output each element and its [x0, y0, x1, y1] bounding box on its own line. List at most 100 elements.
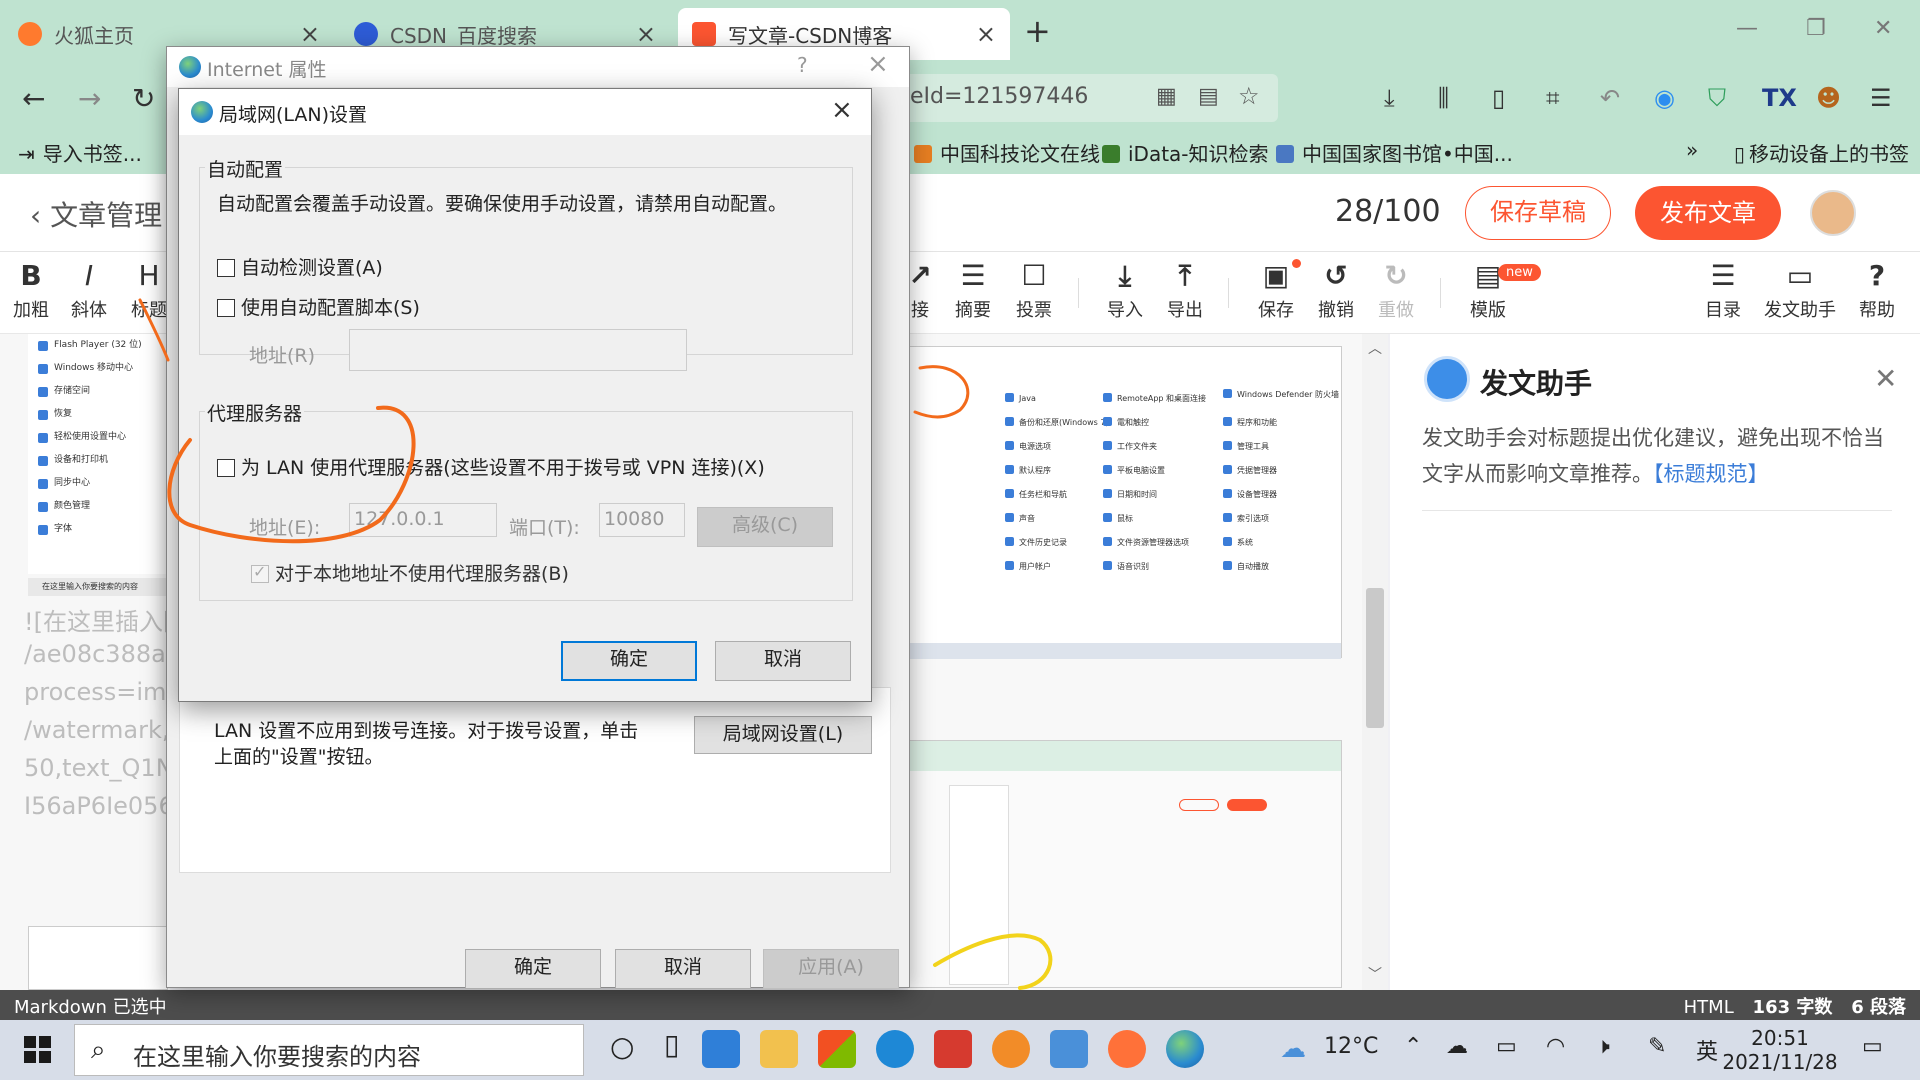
thumbnail-save-draft	[1179, 799, 1219, 811]
bold-icon: B	[20, 259, 42, 292]
bookmark-star-icon[interactable]: ☆	[1238, 82, 1260, 110]
lan-settings-section: LAN 设置不应用到拨号连接。对于拨号设置，单击上面的"设置"按钮。 局域网设置…	[179, 687, 891, 873]
checkbox[interactable]	[217, 299, 235, 317]
task-view-icon[interactable]: ▯	[664, 1028, 679, 1061]
use-proxy-checkbox[interactable]: 为 LAN 使用代理服务器(这些设置不用于拨号或 VPN 连接)(X)	[217, 453, 765, 480]
edge-browser-icon[interactable]	[876, 1030, 914, 1068]
extension-blue-icon[interactable]: ◉	[1654, 84, 1675, 112]
wps-office-icon[interactable]	[934, 1030, 972, 1068]
reload-icon[interactable]: ↻	[132, 82, 155, 115]
library-icon[interactable]: ⫼	[1438, 84, 1449, 112]
cancel-button[interactable]: 取消	[615, 949, 751, 989]
url-text: eId=121597446	[910, 84, 1089, 109]
assistant-button[interactable]: ▭ 发文助手	[1762, 258, 1838, 322]
volume-muted-icon[interactable]: 🕨	[1596, 1034, 1610, 1059]
new-tab-button[interactable]: +	[1024, 12, 1051, 50]
download-icon[interactable]: ⤓	[1384, 84, 1395, 112]
cortana-icon[interactable]: ○	[610, 1030, 634, 1063]
app-orange-icon[interactable]	[992, 1030, 1030, 1068]
extension-shield-icon[interactable]: ⛉	[1708, 84, 1726, 112]
mail-app-icon[interactable]	[702, 1030, 740, 1068]
internet-options-taskbar-icon[interactable]	[1166, 1030, 1204, 1068]
onedrive-icon[interactable]: ☁	[1446, 1034, 1468, 1059]
bookmark-nlc[interactable]: 中国国家图书馆•中国...	[1276, 138, 1513, 167]
monkey-ext-icon[interactable]: ☻	[1816, 84, 1841, 112]
bookmark-idata[interactable]: iData-知识检索	[1102, 138, 1269, 167]
file-explorer-icon[interactable]	[760, 1030, 798, 1068]
translate-ext-icon[interactable]: TX	[1762, 84, 1797, 112]
bookmark-cstpcd[interactable]: 中国科技论文在线	[914, 138, 1100, 167]
system-clock[interactable]: 20:51 2021/11/28	[1720, 1026, 1840, 1074]
weather-temperature[interactable]: 12°C	[1324, 1034, 1378, 1059]
advanced-button[interactable]: 高级(C)	[697, 507, 833, 547]
restore-icon[interactable]: ❐	[1806, 16, 1826, 41]
scrollbar-thumb[interactable]	[1366, 588, 1384, 728]
publish-article-button[interactable]: 发布文章	[1635, 186, 1781, 240]
bookmark-mobile[interactable]: ▯ 移动设备上的书签	[1734, 138, 1909, 167]
bookmarks-overflow-icon[interactable]: »	[1686, 138, 1698, 162]
markdown-editor[interactable]: Flash Player (32 位) Windows 移动中心 存储空间 恢复…	[0, 334, 170, 990]
ok-button[interactable]: 确定	[465, 949, 601, 989]
proxy-address-input[interactable]: 127.0.0.1	[349, 503, 497, 537]
save-draft-button[interactable]: 保存草稿	[1465, 186, 1611, 240]
italic-button[interactable]: I 斜体	[58, 258, 120, 322]
back-arrow-icon[interactable]: ←	[22, 82, 45, 115]
menu-hamburger-icon[interactable]: ☰	[1870, 84, 1892, 112]
bookmark-import[interactable]: ⇥ 导入书签...	[18, 138, 142, 167]
help-icon[interactable]: ?	[797, 53, 808, 77]
minimize-icon[interactable]: —	[1736, 16, 1758, 41]
url-bar[interactable]: eId=121597446 ▦ ▤ ☆	[900, 74, 1278, 122]
checkbox[interactable]	[217, 459, 235, 477]
undo-button[interactable]: ↺ 撤销	[1305, 258, 1367, 322]
qr-code-icon[interactable]: ▦	[1156, 84, 1177, 109]
windows-start-icon[interactable]	[24, 1036, 52, 1064]
close-icon[interactable]: ×	[831, 95, 853, 125]
bold-button[interactable]: B 加粗	[0, 258, 62, 322]
vote-button[interactable]: ☐ 投票	[1003, 258, 1065, 322]
export-button[interactable]: ⤒ 导出	[1154, 258, 1216, 322]
sidebar-icon[interactable]: ▯	[1492, 84, 1505, 112]
control-panel-icon[interactable]	[1050, 1030, 1088, 1068]
close-icon[interactable]: ×	[976, 20, 996, 48]
help-button[interactable]: ? 帮助	[1846, 258, 1908, 322]
auto-script-checkbox[interactable]: 使用自动配置脚本(S)	[217, 293, 420, 320]
import-button[interactable]: ⤓ 导入	[1094, 258, 1156, 322]
forward-arrow-icon[interactable]: →	[78, 82, 101, 115]
pen-icon[interactable]: ✎	[1648, 1034, 1666, 1059]
checkbox[interactable]	[217, 259, 235, 277]
battery-icon[interactable]: ▭	[1496, 1034, 1517, 1059]
wifi-icon[interactable]: ◠	[1546, 1034, 1565, 1059]
notification-icon[interactable]: ▭	[1862, 1034, 1883, 1059]
scroll-down-icon[interactable]: ﹀	[1368, 964, 1382, 984]
reader-view-icon[interactable]: ▤	[1198, 84, 1219, 109]
script-address-input[interactable]	[349, 329, 687, 371]
bypass-local-checkbox[interactable]: 对于本地地址不使用代理服务器(B)	[251, 559, 569, 586]
taskbar-search-input[interactable]: ⌕ 在这里输入你要搜索的内容	[74, 1024, 584, 1076]
firefox-taskbar-icon[interactable]	[1108, 1030, 1146, 1068]
apply-button[interactable]: 应用(A)	[763, 949, 899, 989]
input-method-indicator[interactable]: 英	[1696, 1034, 1718, 1066]
weather-cloud-icon[interactable]: ☁	[1280, 1034, 1306, 1064]
close-icon[interactable]: ✕	[1874, 362, 1897, 395]
window-close-icon[interactable]: ✕	[1874, 16, 1892, 41]
lan-settings-button[interactable]: 局域网设置(L)	[694, 716, 872, 754]
redo-button[interactable]: ↻ 重做	[1365, 258, 1427, 322]
close-icon[interactable]: ×	[300, 20, 320, 48]
article-manage-link[interactable]: ‹ 文章管理	[30, 194, 162, 234]
scroll-up-icon[interactable]: ︿	[1368, 338, 1382, 358]
close-icon[interactable]: ×	[636, 20, 656, 48]
ok-button[interactable]: 确定	[561, 641, 697, 681]
title-rules-link[interactable]: 【标题规范】	[1653, 462, 1769, 486]
close-icon[interactable]: ×	[867, 49, 889, 79]
store-app-icon[interactable]	[818, 1030, 856, 1068]
checkbox[interactable]	[251, 562, 269, 583]
cancel-button[interactable]: 取消	[715, 641, 851, 681]
summary-button[interactable]: ☰ 摘要	[942, 258, 1004, 322]
toc-button[interactable]: ☰ 目录	[1692, 258, 1754, 322]
chevron-up-icon[interactable]: ⌃	[1404, 1034, 1422, 1059]
undo-close-icon[interactable]: ↶	[1600, 84, 1620, 112]
screenshot-crop-icon[interactable]: ⌗	[1546, 84, 1560, 112]
port-input[interactable]: 10080	[599, 503, 685, 537]
avatar[interactable]	[1810, 190, 1856, 236]
auto-detect-checkbox[interactable]: 自动检测设置(A)	[217, 253, 383, 280]
